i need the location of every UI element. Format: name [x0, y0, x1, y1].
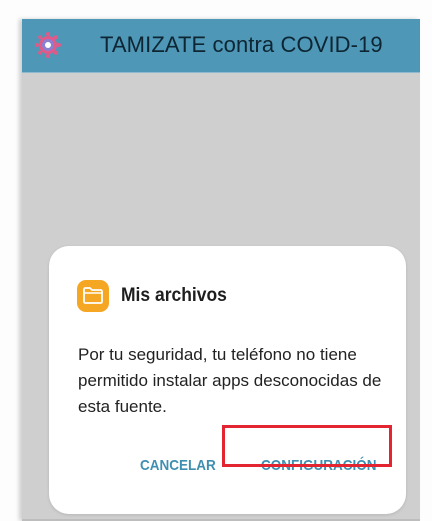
- install-blocked-dialog: Mis archivos Por tu seguridad, tu teléfo…: [49, 246, 406, 514]
- virus-icon: [35, 32, 61, 58]
- folder-icon: [77, 280, 109, 312]
- dialog-message: Por tu seguridad, tu teléfono no tiene p…: [78, 345, 382, 416]
- dialog-title: Mis archivos: [121, 285, 227, 306]
- app-title: TAMIZATE contra COVID-19: [100, 32, 383, 57]
- settings-highlight-box: [222, 425, 392, 467]
- app-bar: TAMIZATE contra COVID-19: [22, 19, 420, 73]
- cancel-button[interactable]: CANCELAR: [140, 457, 216, 479]
- screenshot-frame: TAMIZATE contra COVID-19 Mis archivos Po…: [0, 0, 432, 521]
